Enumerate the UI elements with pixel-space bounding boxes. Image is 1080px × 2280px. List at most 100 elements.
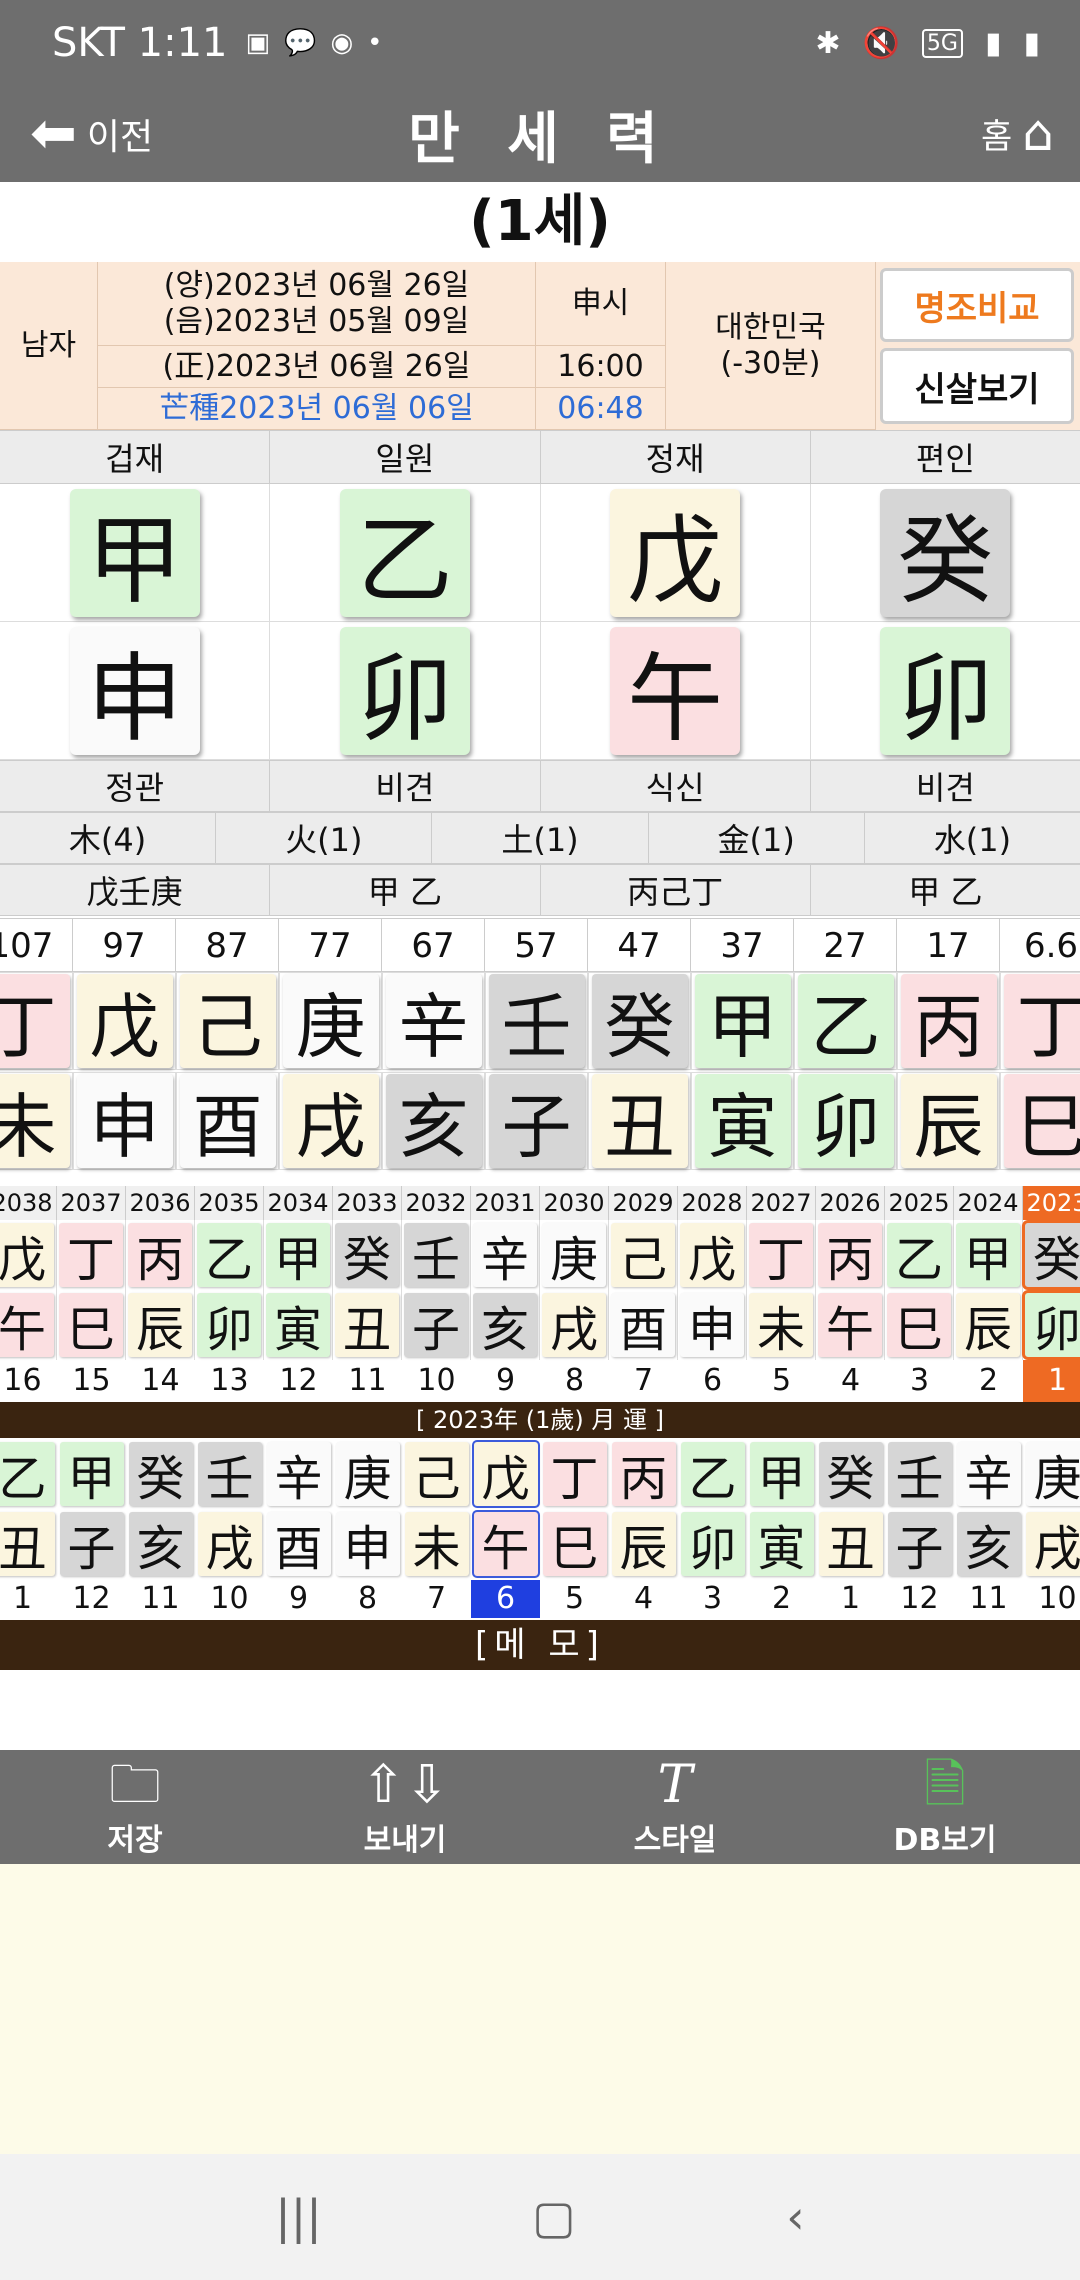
home-nav-icon[interactable]: ▢ [532,2190,575,2244]
month-cell[interactable]: 丁 [540,1440,609,1508]
month-cell[interactable]: 巳 [540,1510,609,1578]
seun-cell[interactable]: 丑 [333,1290,402,1360]
month-cell[interactable]: 壬 [195,1440,264,1508]
month-number[interactable]: 6 [471,1580,540,1618]
seun-cell[interactable]: 癸 [1022,1220,1080,1290]
seun-year[interactable]: 2028 [678,1186,747,1220]
daeun-cell[interactable]: 丑 [588,1072,691,1170]
style-button[interactable]: T 스타일 [540,1750,810,1864]
month-cell[interactable]: 丑 [0,1510,57,1578]
month-cell[interactable]: 辛 [264,1440,333,1508]
seun-year[interactable]: 2029 [609,1186,678,1220]
daeun-cell[interactable]: 丁 [0,972,73,1070]
seun-cell[interactable]: 卯 [195,1290,264,1360]
seun-cell[interactable]: 卯 [1022,1290,1080,1360]
month-cell[interactable]: 癸 [816,1440,885,1508]
seun-year[interactable]: 2037 [57,1186,126,1220]
month-number[interactable]: 8 [333,1580,402,1618]
seun-cell[interactable]: 壬 [402,1220,471,1290]
month-number[interactable]: 3 [678,1580,747,1618]
month-number[interactable]: 10 [1023,1580,1080,1618]
seun-year[interactable]: 2031 [471,1186,540,1220]
month-number[interactable]: 4 [609,1580,678,1618]
month-cell[interactable]: 庚 [333,1440,402,1508]
seun-year[interactable]: 2026 [816,1186,885,1220]
home-button[interactable]: 홈 ⌂ [981,104,1054,162]
month-number[interactable]: 11 [954,1580,1023,1618]
daeun-cell[interactable]: 戊 [73,972,176,1070]
seun-cell[interactable]: 辛 [471,1220,540,1290]
month-number[interactable]: 10 [195,1580,264,1618]
month-cell[interactable]: 子 [885,1510,954,1578]
branch-tile[interactable]: 卯 [880,626,1011,755]
month-number[interactable]: 12 [57,1580,126,1618]
sinsal-button[interactable]: 신살보기 [880,348,1074,424]
branch-tile[interactable]: 卯 [339,626,470,755]
seun-cell[interactable]: 戊 [0,1220,57,1290]
seun-cell[interactable]: 酉 [609,1290,678,1360]
daeun-cell[interactable]: 卯 [794,1072,897,1170]
memo-button[interactable]: [메 모] [0,1620,1080,1670]
branch-tile[interactable]: 申 [69,626,200,755]
seun-cell[interactable]: 子 [402,1290,471,1360]
daeun-cell[interactable]: 酉 [176,1072,279,1170]
seun-year[interactable]: 2034 [264,1186,333,1220]
month-number[interactable]: 7 [402,1580,471,1618]
month-cell[interactable]: 丑 [816,1510,885,1578]
seun-cell[interactable]: 丁 [747,1220,816,1290]
seun-cell[interactable]: 巳 [885,1290,954,1360]
month-cell[interactable]: 酉 [264,1510,333,1578]
month-number[interactable]: 9 [264,1580,333,1618]
back-button[interactable]: ⬅ 이전 [30,102,153,166]
month-cell[interactable]: 申 [333,1510,402,1578]
month-cell[interactable]: 卯 [678,1510,747,1578]
seun-cell[interactable]: 午 [0,1290,57,1360]
seun-cell[interactable]: 亥 [471,1290,540,1360]
month-cell[interactable]: 乙 [678,1440,747,1508]
month-number[interactable]: 5 [540,1580,609,1618]
seun-year[interactable]: 2036 [126,1186,195,1220]
month-cell[interactable]: 壬 [885,1440,954,1508]
seun-year[interactable]: 2025 [885,1186,954,1220]
seun-cell[interactable]: 乙 [195,1220,264,1290]
daeun-cell[interactable]: 子 [485,1072,588,1170]
daeun-cell[interactable]: 戌 [279,1072,382,1170]
daeun-cell[interactable]: 丙 [897,972,1000,1070]
month-cell[interactable]: 未 [402,1510,471,1578]
daeun-cell[interactable]: 己 [176,972,279,1070]
seun-cell[interactable]: 丁 [57,1220,126,1290]
send-button[interactable]: ⇧⇩ 보내기 [270,1750,540,1864]
seun-cell[interactable]: 巳 [57,1290,126,1360]
seun-year[interactable]: 2038 [0,1186,57,1220]
daeun-cell[interactable]: 丁 [1000,972,1080,1070]
month-cell[interactable]: 甲 [57,1440,126,1508]
month-cell[interactable]: 寅 [747,1510,816,1578]
daeun-cell[interactable]: 申 [73,1072,176,1170]
seun-cell[interactable]: 未 [747,1290,816,1360]
seun-cell[interactable]: 甲 [264,1220,333,1290]
seun-cell[interactable]: 戌 [540,1290,609,1360]
daeun-cell[interactable]: 未 [0,1072,73,1170]
seun-cell[interactable]: 寅 [264,1290,333,1360]
month-cell[interactable]: 辛 [954,1440,1023,1508]
seun-cell[interactable]: 丙 [816,1220,885,1290]
branch-tile[interactable]: 午 [610,626,741,755]
stem-tile[interactable]: 甲 [69,488,200,617]
month-cell[interactable]: 子 [57,1510,126,1578]
month-cell[interactable]: 己 [402,1440,471,1508]
seun-cell[interactable]: 己 [609,1220,678,1290]
month-number[interactable]: 1 [816,1580,885,1618]
month-cell[interactable]: 戌 [1023,1510,1080,1578]
month-cell[interactable]: 癸 [126,1440,195,1508]
seun-cell[interactable]: 申 [678,1290,747,1360]
seun-cell[interactable]: 午 [816,1290,885,1360]
stem-tile[interactable]: 乙 [339,488,470,617]
month-cell[interactable]: 午 [471,1510,540,1578]
month-number[interactable]: 11 [126,1580,195,1618]
seun-cell[interactable]: 庚 [540,1220,609,1290]
month-cell[interactable]: 丙 [609,1440,678,1508]
seun-year[interactable]: 2024 [954,1186,1023,1220]
month-cell[interactable]: 辰 [609,1510,678,1578]
month-cell[interactable]: 戊 [471,1440,540,1508]
seun-cell[interactable]: 戊 [678,1220,747,1290]
